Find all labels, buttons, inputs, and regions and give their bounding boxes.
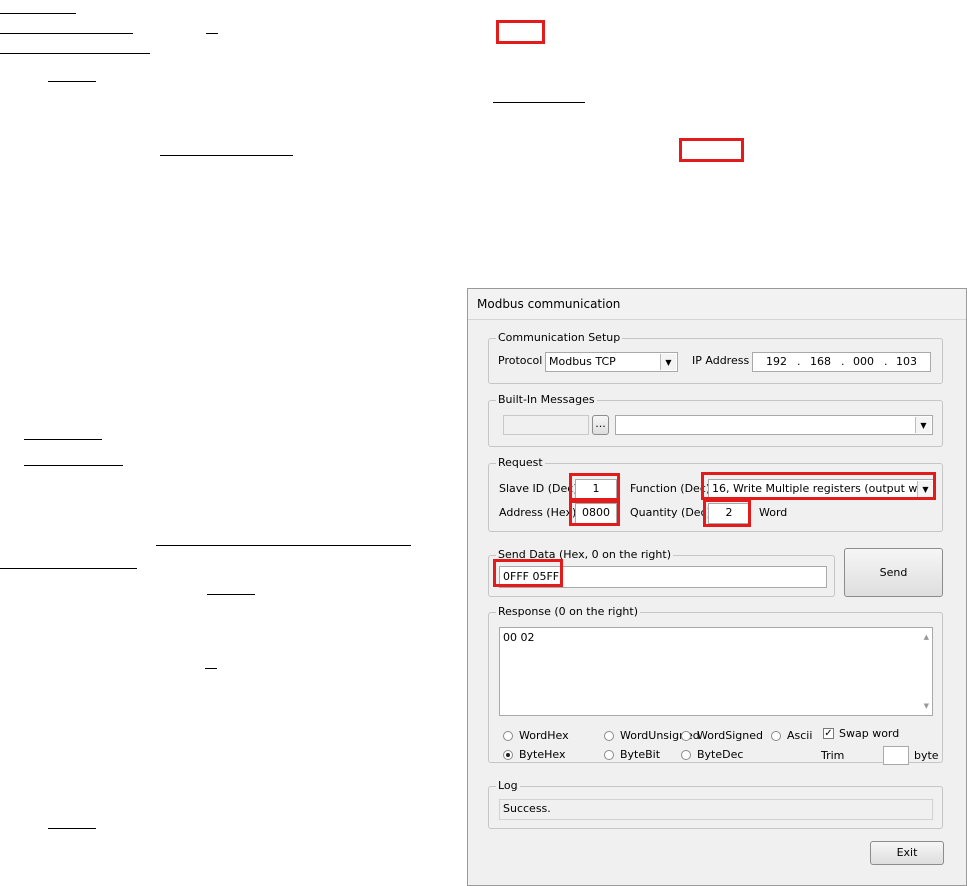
redacted-line [205, 668, 217, 669]
redacted-line [207, 594, 255, 595]
ip-dot: . [797, 355, 801, 368]
redacted-line [24, 465, 123, 466]
swap-word-checkbox[interactable]: ✓ [823, 728, 834, 739]
builtin-message-dropdown[interactable]: ▼ [615, 415, 933, 435]
redacted-line [48, 828, 96, 829]
wordsigned-label: WordSigned [697, 729, 764, 742]
chevron-down-icon[interactable]: ▼ [660, 354, 676, 370]
request-title: Request [496, 456, 545, 470]
quantity-label: Quantity (Dec) [630, 506, 711, 519]
ip-address-label: IP Address [692, 354, 750, 367]
protocol-dropdown[interactable]: Modbus TCP ▼ [545, 352, 678, 372]
radio-bytedec[interactable] [681, 750, 691, 760]
builtin-messages-title: Built-In Messages [496, 393, 597, 407]
redacted-line [160, 155, 293, 156]
dialog-title: Modbus communication [468, 289, 966, 320]
response-title: Response (0 on the right) [496, 605, 640, 619]
protocol-value: Modbus TCP [549, 355, 616, 368]
chevron-down-icon[interactable]: ▼ [915, 417, 931, 433]
trim-label: Trim [821, 749, 845, 762]
bytedec-label: ByteDec [697, 748, 744, 761]
radio-bytehex[interactable] [503, 750, 513, 760]
builtin-file-field [503, 415, 589, 435]
function-label: Function (Dec) [630, 482, 711, 495]
builtin-messages-group: Built-In Messages ... ▼ [488, 393, 943, 447]
communication-setup-title: Communication Setup [496, 331, 623, 345]
trim-unit: byte [914, 749, 939, 762]
ip-octet-2: 168 [810, 355, 831, 368]
quantity-highlight [703, 499, 751, 527]
quantity-unit: Word [759, 506, 788, 519]
browse-button[interactable]: ... [592, 415, 609, 435]
redacted-line [48, 81, 96, 82]
protocol-label: Protocol [498, 354, 543, 367]
highlight-box [679, 138, 744, 162]
function-highlight [701, 472, 936, 500]
ip-dot: . [884, 355, 888, 368]
log-title: Log [496, 779, 520, 793]
redacted-line [0, 568, 137, 569]
log-group: Log Success. [488, 779, 943, 829]
radio-ascii[interactable] [771, 731, 781, 741]
slave-id-label: Slave ID (Dec) [499, 482, 578, 495]
ascii-label: Ascii [787, 729, 813, 742]
radio-wordunsigned[interactable] [604, 731, 614, 741]
modbus-dialog: Modbus communication Communication Setup… [467, 288, 967, 886]
highlight-box [496, 20, 545, 44]
ip-dot: . [841, 355, 845, 368]
address-highlight [569, 498, 620, 526]
radio-wordhex[interactable] [503, 731, 513, 741]
response-textarea[interactable]: 00 02 ▲ ▼ [499, 627, 933, 716]
send-data-highlight [493, 559, 563, 587]
ip-octet-1: 192 [766, 355, 787, 368]
swap-word-label: Swap word [839, 727, 900, 740]
response-group: Response (0 on the right) 00 02 ▲ ▼ Word… [488, 605, 943, 765]
ip-octet-3: 000 [853, 355, 874, 368]
response-text: 00 02 [503, 631, 535, 644]
radio-bytebit[interactable] [604, 750, 614, 760]
send-button[interactable]: Send [844, 548, 943, 597]
ip-address-field[interactable]: 192 . 168 . 000 . 103 [752, 352, 931, 372]
exit-button[interactable]: Exit [870, 841, 944, 865]
bytehex-label: ByteHex [519, 748, 566, 761]
redacted-line [0, 33, 133, 34]
redacted-line [0, 13, 76, 14]
ip-octet-4: 103 [896, 355, 917, 368]
address-label: Address (Hex) [499, 506, 577, 519]
radio-wordsigned[interactable] [681, 731, 691, 741]
redacted-line [156, 545, 411, 546]
trim-input[interactable] [883, 746, 909, 765]
redacted-line [0, 53, 150, 54]
wordhex-label: WordHex [519, 729, 569, 742]
scroll-down-arrow-icon[interactable]: ▼ [924, 699, 929, 713]
bytebit-label: ByteBit [620, 748, 661, 761]
redacted-line [493, 102, 585, 103]
redacted-line [206, 33, 218, 34]
scroll-up-arrow-icon[interactable]: ▲ [924, 630, 929, 644]
redacted-line [24, 439, 102, 440]
log-output: Success. [499, 799, 933, 820]
communication-setup-group: Communication Setup Protocol Modbus TCP … [488, 331, 943, 384]
